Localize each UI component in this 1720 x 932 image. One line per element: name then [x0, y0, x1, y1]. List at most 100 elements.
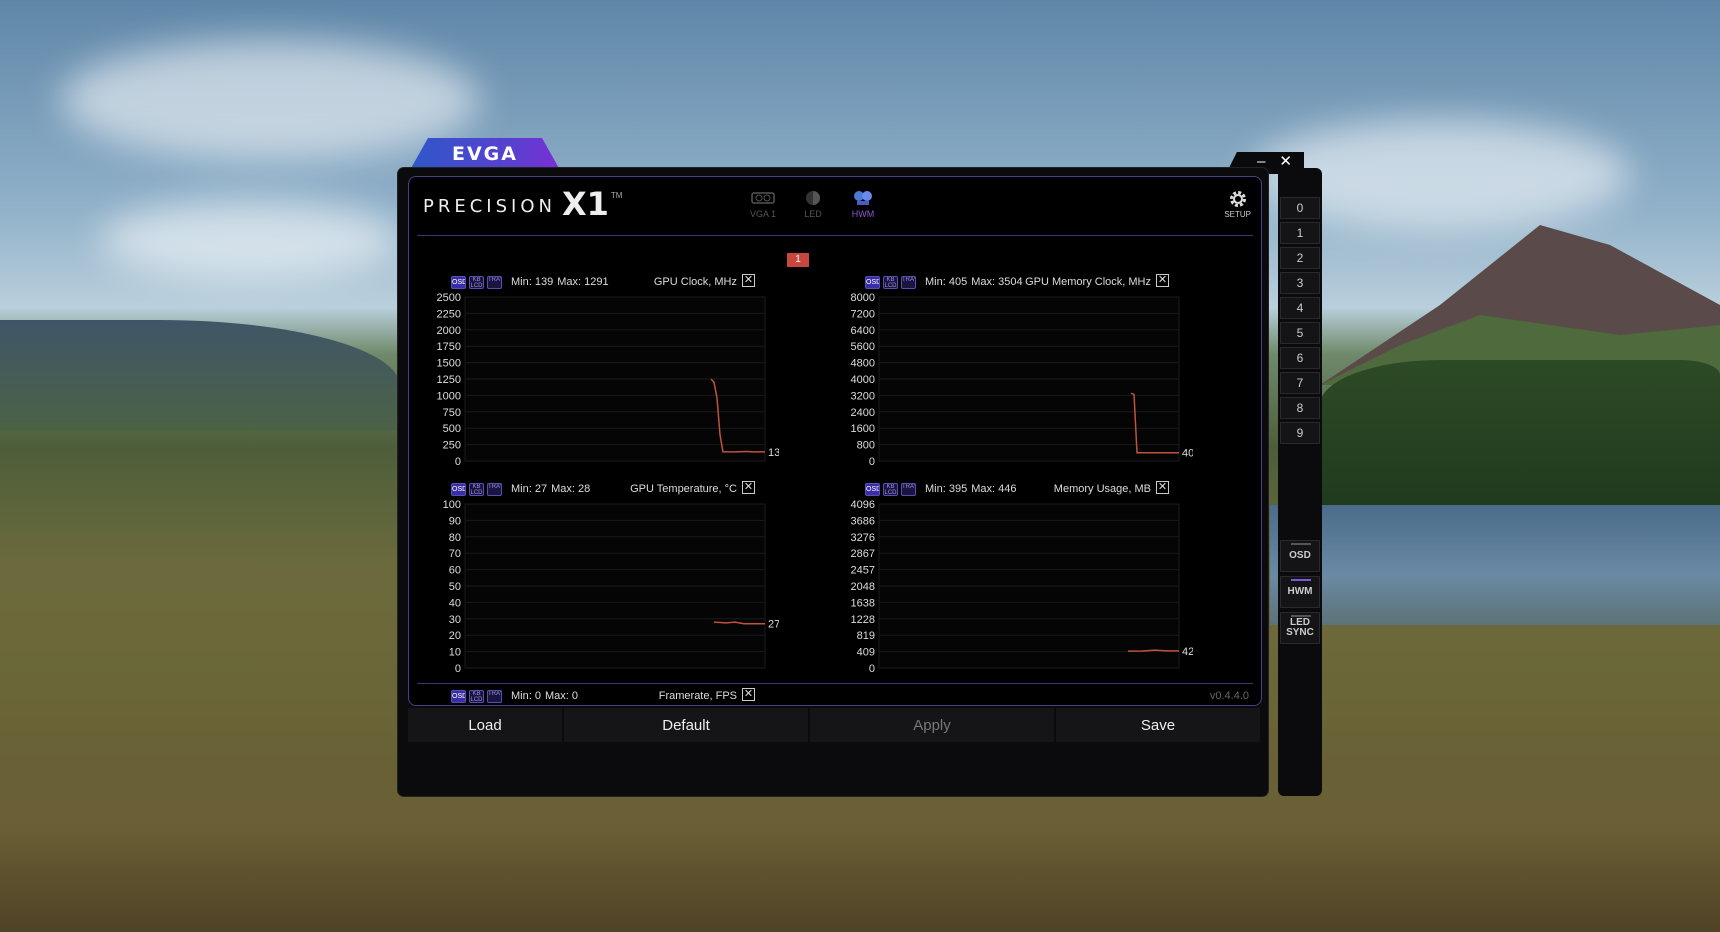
led-sync-button[interactable]: LED SYNC: [1280, 612, 1320, 644]
profile-9-button[interactable]: 9: [1280, 422, 1320, 444]
y-tick-label: 90: [449, 515, 461, 527]
y-tick-label: 2000: [437, 325, 461, 337]
profile-8-button[interactable]: 8: [1280, 397, 1320, 419]
profile-6-button[interactable]: 6: [1280, 347, 1320, 369]
osd-tag[interactable]: OSD: [451, 275, 466, 289]
y-tick-label: 0: [869, 663, 875, 675]
version-label: v0.4.4.0: [1209, 690, 1249, 702]
save-button[interactable]: Save: [1056, 708, 1260, 742]
min-value: Min: 395: [925, 483, 968, 495]
y-tick-label: 2400: [851, 407, 875, 419]
profile-2-button[interactable]: 2: [1280, 247, 1320, 269]
kb-lcd-tag[interactable]: KB LCD: [469, 689, 484, 703]
y-tick-label: 70: [449, 548, 461, 560]
osd-button[interactable]: OSD: [1280, 540, 1320, 572]
profile-0-button[interactable]: 0: [1280, 197, 1320, 219]
y-tick-label: 500: [443, 423, 461, 435]
y-tick-label: 4000: [851, 374, 875, 386]
y-tick-label: 100: [443, 500, 461, 511]
page-indicator[interactable]: 1: [787, 253, 809, 267]
monitor-title: GPU Temperature, °C: [630, 483, 737, 495]
tray-tag[interactable]: TRAY: [487, 482, 502, 496]
monitor-graph: 4096 3686 3276 2867 2457 2048 1638 1228 819 409 0 4…: [851, 500, 1193, 675]
setup-label: SETUP: [1224, 210, 1251, 219]
monitor-gpu-temperature: OSDKB LCDTRAY Min: 27Max: 28 GPU Temperatu…: [419, 480, 779, 675]
default-button[interactable]: Default: [564, 708, 808, 742]
monitor-title: GPU Clock, MHz: [653, 276, 737, 288]
y-tick-label: 2048: [851, 581, 875, 593]
y-tick-label: 800: [857, 440, 875, 452]
osd-tag[interactable]: OSD: [451, 482, 466, 496]
nav-vga1-label: VGA 1: [749, 209, 776, 219]
close-monitor-icon[interactable]: ✕: [1156, 274, 1169, 287]
monitor-header: OSDKB LCDTRAY Min: 27Max: 28 GPU Temperatu…: [451, 480, 755, 498]
y-tick-label: 2250: [437, 308, 461, 320]
current-value: 429: [1182, 646, 1193, 658]
y-tick-label: 1250: [437, 374, 461, 386]
profile-4-button[interactable]: 4: [1280, 297, 1320, 319]
min-value: Min: 27: [511, 483, 548, 495]
tray-tag[interactable]: TRAY: [487, 275, 502, 289]
monitor-graph: 8000720064005600480040003200240016008000…: [851, 293, 1193, 468]
tray-tag[interactable]: TRAY: [901, 482, 916, 496]
y-tick-label: 10: [449, 647, 461, 659]
y-tick-label: 1228: [851, 614, 875, 626]
tray-tag[interactable]: TRAY: [901, 275, 916, 289]
monitor-header: OSDKB LCDTRAY Min: 395Max: 446 Memory Usag…: [865, 480, 1169, 498]
app-logo: PRECISION X1 TM: [423, 188, 623, 220]
y-tick-label: 1500: [437, 358, 461, 370]
hwm-button[interactable]: HWM: [1280, 576, 1320, 608]
nav-vga1[interactable]: VGA 1: [745, 189, 781, 219]
profile-1-button[interactable]: 1: [1280, 222, 1320, 244]
y-tick-label: 1638: [851, 597, 875, 609]
y-tick-label: 250: [443, 440, 461, 452]
profile-sidebar: 0 1 2 3 4 5 6 7 8 9 OSD HWM LED SYNC: [1278, 168, 1322, 796]
y-tick-label: 2867: [851, 548, 875, 560]
y-tick-label: 30: [449, 614, 461, 626]
y-tick-label: 1000: [437, 390, 461, 402]
monitor-graph: 100908070605040302010027: [443, 500, 779, 675]
apply-button[interactable]: Apply: [810, 708, 1054, 742]
profile-list: 0 1 2 3 4 5 6 7 8 9: [1278, 197, 1322, 444]
close-monitor-icon[interactable]: ✕: [1156, 481, 1169, 494]
y-tick-label: 750: [443, 407, 461, 419]
action-bar: Load Default Apply Save: [408, 708, 1260, 742]
max-value: Max: 0: [544, 690, 578, 702]
y-tick-label: 3276: [851, 532, 875, 544]
kb-lcd-tag[interactable]: KB LCD: [469, 275, 484, 289]
close-monitor-icon[interactable]: ✕: [742, 688, 755, 701]
y-tick-label: 60: [449, 565, 461, 577]
nav-led[interactable]: LED: [795, 189, 831, 219]
evga-logo: EVGA: [452, 143, 518, 165]
main-frame: PRECISION X1 TM VGA 1 LED HWM SETUP 1 OS…: [398, 168, 1268, 796]
y-tick-label: 7200: [851, 308, 875, 320]
monitor-header: OSDKB LCDTRAY Min: 139Max: 1291 GPU Clock,…: [451, 273, 755, 291]
osd-tag[interactable]: OSD: [865, 275, 880, 289]
tray-tag[interactable]: TRAY: [487, 689, 502, 703]
nav-hwm[interactable]: HWM: [845, 189, 881, 219]
setup-button[interactable]: SETUP: [1224, 189, 1251, 219]
y-tick-label: 80: [449, 532, 461, 544]
current-value: 27: [768, 619, 779, 631]
y-tick-label: 6400: [851, 325, 875, 337]
y-tick-label: 819: [857, 630, 875, 642]
led-icon: [800, 189, 826, 207]
load-button[interactable]: Load: [408, 708, 562, 742]
max-value: Max: 1291: [557, 276, 609, 288]
profile-7-button[interactable]: 7: [1280, 372, 1320, 394]
close-monitor-icon[interactable]: ✕: [742, 481, 755, 494]
osd-tag[interactable]: OSD: [865, 482, 880, 496]
top-navigation: VGA 1 LED HWM: [745, 189, 881, 219]
current-value: 139: [768, 447, 779, 459]
close-monitor-icon[interactable]: ✕: [742, 274, 755, 287]
profile-3-button[interactable]: 3: [1280, 272, 1320, 294]
kb-lcd-tag[interactable]: KB LCD: [883, 482, 898, 496]
y-tick-label: 0: [869, 456, 875, 468]
trademark: TM: [610, 191, 623, 200]
profile-5-button[interactable]: 5: [1280, 322, 1320, 344]
osd-tag[interactable]: OSD: [451, 689, 466, 703]
monitor-header: OSDKB LCDTRAY Min: 405Max: 3504GPU Memory…: [865, 273, 1169, 291]
kb-lcd-tag[interactable]: KB LCD: [469, 482, 484, 496]
kb-lcd-tag[interactable]: KB LCD: [883, 275, 898, 289]
